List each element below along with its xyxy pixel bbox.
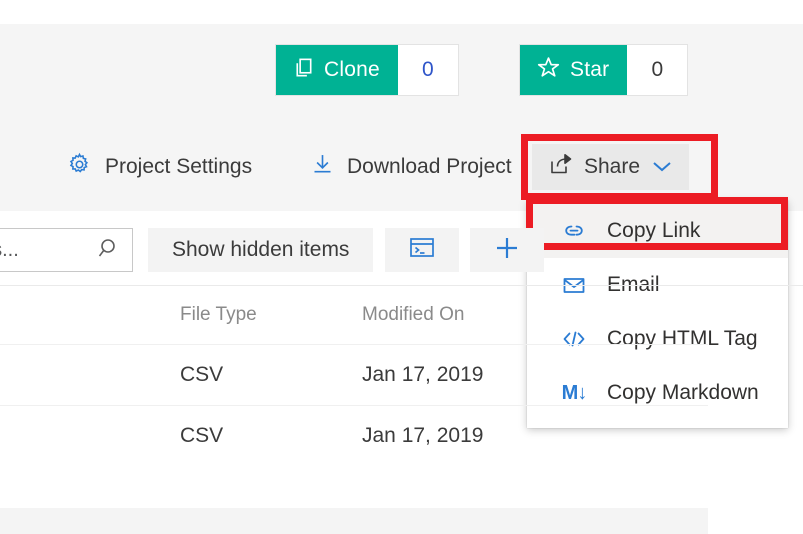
cell-file-type: CSV (180, 424, 224, 447)
clone-button-label: Clone (324, 58, 380, 81)
table-row[interactable]: CSV Jan 17, 2019 (0, 405, 708, 466)
clone-count[interactable]: 0 (397, 45, 458, 95)
star-button[interactable]: Star (520, 45, 628, 95)
download-project-button[interactable]: Download Project (297, 145, 526, 189)
column-header-file-type[interactable]: File Type (180, 304, 362, 326)
star-icon (536, 55, 561, 86)
download-project-label: Download Project (347, 155, 512, 178)
cell-file-type: CSV (180, 363, 224, 386)
plus-icon (492, 233, 522, 268)
link-icon (561, 220, 587, 242)
cell-modified-on: Jan 17, 2019 (362, 424, 484, 447)
search-input[interactable]: oks... (0, 228, 133, 272)
show-hidden-items-label: Show hidden items (172, 238, 350, 261)
share-button-label: Share (584, 155, 641, 178)
search-input-value[interactable]: oks... (0, 239, 96, 262)
star-button-group[interactable]: Star 0 (520, 45, 688, 95)
clone-button[interactable]: Clone (276, 45, 398, 95)
table-row-clipped[interactable] (0, 508, 708, 534)
menu-item-label: Copy Link (607, 219, 701, 242)
share-button[interactable]: Share (532, 144, 690, 190)
menu-item-copy-link[interactable]: Copy Link (527, 204, 788, 258)
search-icon[interactable] (96, 235, 122, 266)
new-item-button[interactable] (470, 228, 544, 272)
download-icon (311, 152, 334, 183)
chevron-down-icon (651, 155, 673, 179)
file-table: File Type Modified On CSV Jan 17, 2019 C… (0, 286, 708, 466)
project-settings-button[interactable]: Project Settings (53, 145, 266, 189)
share-icon (548, 152, 573, 182)
open-terminal-button[interactable] (385, 228, 459, 272)
show-hidden-items-button[interactable]: Show hidden items (148, 228, 374, 272)
terminal-icon (407, 235, 437, 265)
star-count[interactable]: 0 (627, 45, 688, 95)
star-button-label: Star (570, 58, 610, 81)
page-top-strip (0, 0, 803, 24)
table-header-row: File Type Modified On (0, 286, 708, 344)
clone-button-group[interactable]: Clone 0 (276, 45, 458, 95)
cell-modified-on: Jan 17, 2019 (362, 363, 484, 386)
project-settings-label: Project Settings (105, 155, 253, 178)
gear-icon (67, 152, 92, 183)
column-header-modified-on[interactable]: Modified On (362, 304, 708, 326)
app-screenshot: Clone 0 Star 0 Project Settings Download… (0, 0, 803, 534)
clone-icon (292, 56, 315, 85)
table-row[interactable]: CSV Jan 17, 2019 (0, 344, 708, 405)
